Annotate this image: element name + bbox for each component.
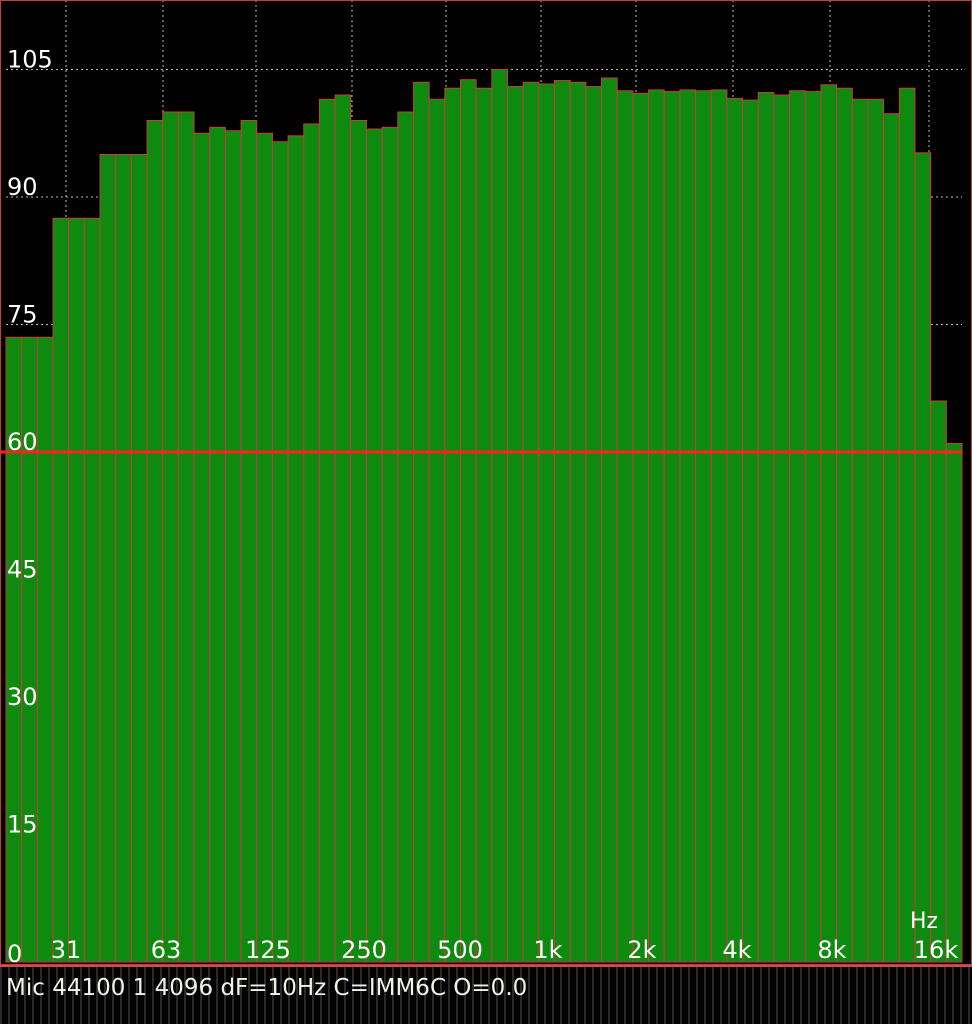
- spectrum-bar: [303, 123, 320, 963]
- spectrum-bar: [554, 80, 571, 963]
- spectrum-bar: [522, 81, 540, 963]
- spectrum-bar: [836, 87, 853, 963]
- spectrum-bar: [475, 87, 493, 963]
- spectrum-bar: [318, 98, 336, 963]
- x-axis-unit-label: Hz: [910, 909, 938, 934]
- spectrum-bar: [569, 81, 587, 963]
- spectrum-bar: [742, 99, 759, 963]
- y-tick-label: 45: [7, 556, 38, 584]
- spectrum-bar: [130, 154, 148, 963]
- spectrum-bar: [177, 111, 195, 963]
- spectrum-plot: 105 90 75 60 45 30 15 0 31 63 125 250 500 1k 2k 4k 8k 16k…: [0, 0, 972, 965]
- spectrum-bar: [867, 98, 885, 963]
- spectrum-bar: [83, 217, 101, 963]
- spectrum-bar: [146, 120, 164, 963]
- y-tick-label: 30: [7, 683, 38, 711]
- spectrum-bar: [444, 87, 461, 963]
- spectrum-bar: [193, 132, 211, 963]
- y-tick-label: 90: [7, 173, 38, 201]
- spectrum-bar: [52, 217, 70, 963]
- spectrum-bar: [99, 154, 117, 963]
- y-tick-label: 0: [7, 940, 22, 965]
- spectrum-bar: [757, 91, 775, 963]
- status-bar: Mic 44100 1 4096 dF=10Hz C=IMM6C O=0.0: [0, 965, 972, 1024]
- spectrum-bar: [695, 90, 712, 963]
- spectrum-bar: [616, 90, 634, 963]
- spectrum-bar: [365, 128, 383, 963]
- x-tick-label: 2k: [627, 936, 656, 964]
- spectrum-bar: [914, 152, 932, 963]
- spectrum-bar: [507, 86, 524, 963]
- spectrum-bar: [632, 92, 650, 963]
- spectrum-bar: [68, 217, 85, 963]
- spectrum-bar: [789, 90, 806, 963]
- spectrum-bar: [538, 83, 556, 963]
- spectrum-bar: [397, 111, 414, 963]
- spectrum-bar: [883, 113, 900, 963]
- y-tick-label: 75: [7, 301, 38, 329]
- spectrum-bar: [898, 87, 916, 963]
- spectrum-bar: [412, 81, 430, 963]
- x-tick-label: 8k: [817, 936, 846, 964]
- x-tick-label: 4k: [722, 936, 751, 964]
- x-tick-label: 16k: [914, 936, 959, 964]
- x-tick-label: 125: [245, 936, 291, 964]
- spectrum-bar: [679, 89, 697, 963]
- spectrum-bar: [115, 154, 132, 963]
- spectrum-bar: [287, 135, 305, 963]
- x-tick-label: 63: [151, 936, 182, 964]
- y-tick-label: 105: [7, 46, 53, 74]
- spectrum-bar: [162, 111, 179, 963]
- spectrum-bar: [601, 77, 618, 963]
- y-tick-label: 15: [7, 811, 38, 839]
- spectrum-bar: [381, 126, 399, 963]
- x-tick-label: 500: [437, 936, 483, 964]
- spectrum-bar: [820, 84, 838, 963]
- x-tick-label: 1k: [533, 936, 562, 964]
- x-tick-label: 250: [341, 936, 387, 964]
- spectrum-bar: [491, 69, 509, 963]
- spectrum-bar: [585, 86, 603, 963]
- spectrum-bar: [36, 336, 54, 963]
- spectrum-bar: [648, 89, 665, 963]
- spectrum-bar: [663, 91, 681, 963]
- spectrum-bar: [930, 400, 947, 963]
- spectrum-bar: [209, 126, 226, 963]
- spectrum-bar: [334, 94, 352, 963]
- spectrum-bar: [945, 443, 963, 963]
- spectrum-bar: [350, 120, 367, 963]
- spectrum-bar: [224, 130, 242, 963]
- spectrum-bar: [726, 97, 744, 963]
- y-tick-label: 60: [7, 428, 38, 456]
- spectrum-bar: [773, 94, 791, 963]
- spectrum-bar: [851, 98, 869, 963]
- spectrum-bar: [240, 120, 258, 963]
- spectrum-bar: [710, 89, 728, 963]
- spectrum-bar: [256, 132, 273, 963]
- spectrum-bar: [271, 141, 289, 963]
- x-tick-label: 31: [51, 936, 82, 964]
- status-text: Mic 44100 1 4096 dF=10Hz C=IMM6C O=0.0: [6, 975, 528, 1001]
- spectrum-bar: [804, 91, 822, 963]
- spectrum-chart: 105 90 75 60 45 30 15 0 31 63 125 250 500 1k 2k 4k 8k 16k…: [0, 0, 972, 965]
- spectrum-bar: [459, 79, 477, 963]
- spectrum-bar: [428, 98, 446, 963]
